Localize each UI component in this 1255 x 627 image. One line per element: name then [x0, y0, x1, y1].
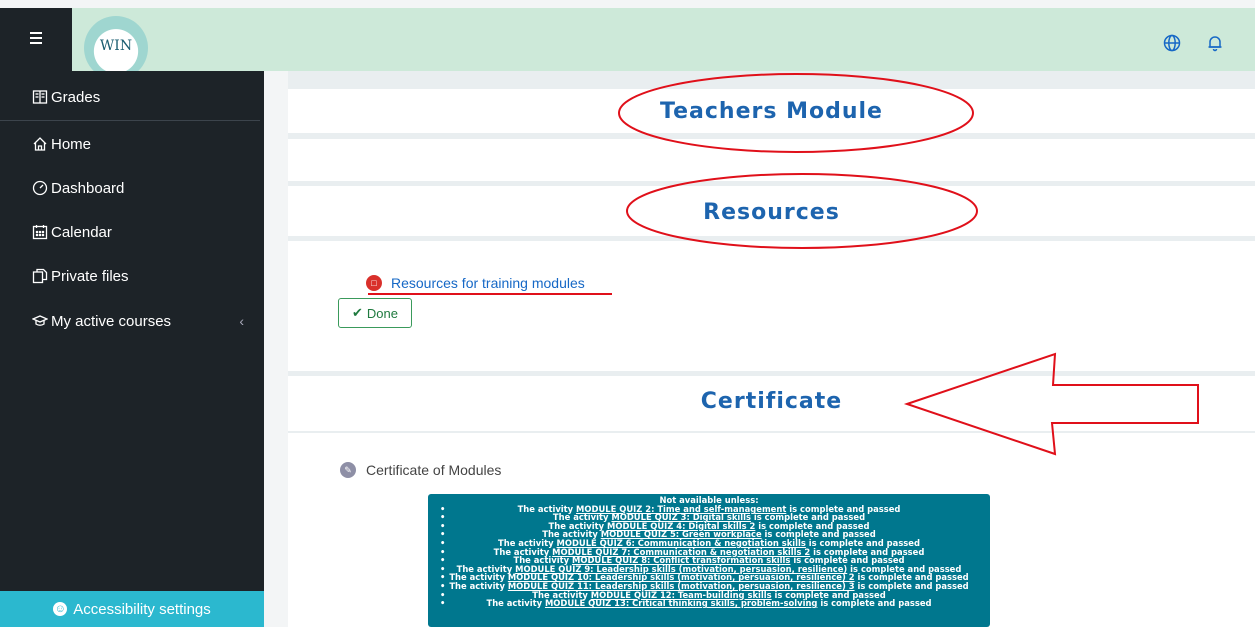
accessibility-label: Accessibility settings	[73, 600, 211, 618]
restriction-activity-link[interactable]: MODULE QUIZ 13: Critical thinking skills…	[545, 598, 817, 608]
sidebar: Grades Home Dashboard Calendar Private f…	[0, 71, 264, 627]
certificate-icon: ✎	[340, 462, 356, 478]
top-navbar: WIN	[0, 8, 1255, 80]
chevron-left-icon[interactable]: ‹	[239, 313, 244, 329]
sidebar-item-label: Calendar	[51, 223, 112, 241]
done-button[interactable]: ✔ Done	[338, 298, 412, 328]
bell-icon[interactable]	[1206, 34, 1224, 52]
sidebar-divider	[0, 120, 260, 121]
menu-toggle-button[interactable]	[0, 8, 72, 71]
section-body-resources	[288, 241, 1255, 371]
courses-icon	[32, 313, 48, 329]
accessibility-icon: ☺	[53, 602, 68, 616]
restriction-text: The activity	[486, 598, 545, 609]
sidebar-item-grades[interactable]: Grades	[0, 77, 264, 117]
sidebar-item-label: My active courses	[51, 312, 172, 330]
sidebar-item-label: Home	[51, 135, 92, 153]
done-label: Done	[366, 305, 398, 321]
accessibility-settings-button[interactable]: ☺ Accessibility settings	[0, 591, 264, 627]
bullet-icon: •	[440, 598, 446, 609]
sidebar-item-dashboard[interactable]: Dashboard	[0, 168, 264, 208]
section-title-resources[interactable]: Resources	[288, 200, 1255, 225]
section-title-teachers-module[interactable]: Teachers Module	[288, 99, 1255, 124]
grades-icon	[32, 89, 48, 105]
calendar-icon	[32, 224, 48, 240]
check-icon: ✔	[352, 305, 363, 320]
globe-icon[interactable]	[1163, 34, 1181, 52]
course-content: Teachers Module Resources □ Resources fo…	[288, 71, 1255, 627]
dashboard-icon	[32, 180, 48, 196]
sidebar-item-label: Private files	[51, 267, 129, 285]
sidebar-item-private-files[interactable]: Private files	[0, 256, 264, 296]
sidebar-item-calendar[interactable]: Calendar	[0, 212, 264, 252]
restriction-text: The activity	[449, 580, 508, 591]
restriction-row: • The activity MODULE QUIZ 13: Critical t…	[428, 599, 990, 608]
sidebar-item-my-active-courses[interactable]: My active courses ‹	[0, 301, 264, 341]
pdf-icon: □	[366, 275, 382, 291]
restriction-text: is complete and passed	[817, 598, 932, 609]
files-icon	[32, 268, 48, 284]
sidebar-item-label: Grades	[51, 88, 101, 106]
restriction-box: Not available unless: • The activity MODU…	[428, 494, 990, 627]
sidebar-item-home[interactable]: Home	[0, 124, 264, 164]
sidebar-item-label: Dashboard	[51, 179, 125, 197]
certificate-activity[interactable]: ✎ Certificate of Modules	[340, 462, 501, 478]
section-body-empty	[288, 139, 1255, 181]
resource-link-label: Resources for training modules	[391, 275, 585, 291]
logo-text: WIN	[99, 38, 133, 54]
resource-link[interactable]: □ Resources for training modules	[366, 273, 585, 293]
home-icon	[32, 136, 48, 152]
certificate-activity-label: Certificate of Modules	[366, 462, 502, 478]
section-title-certificate[interactable]: Certificate	[288, 389, 1255, 414]
